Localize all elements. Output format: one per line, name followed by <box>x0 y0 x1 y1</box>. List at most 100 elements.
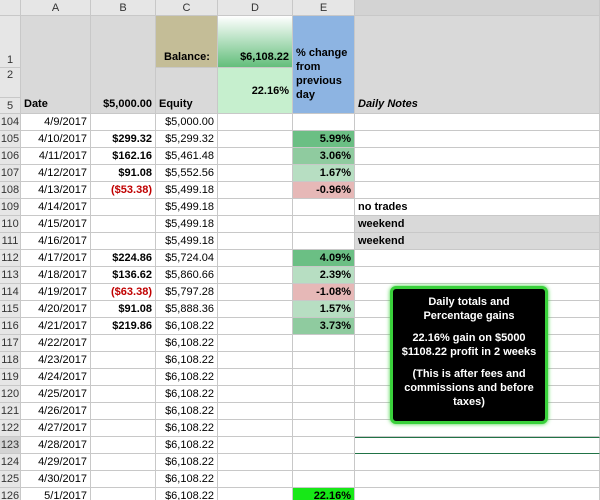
note-cell[interactable] <box>355 488 600 500</box>
pct-change-cell[interactable] <box>293 454 355 471</box>
profit-loss-cell[interactable] <box>91 216 156 233</box>
row-header[interactable]: 122 <box>0 420 21 437</box>
profit-loss-cell[interactable]: $224.86 <box>91 250 156 267</box>
row-header[interactable]: 125 <box>0 471 21 488</box>
date-cell[interactable]: 5/1/2017 <box>21 488 91 500</box>
date-cell[interactable]: 4/26/2017 <box>21 403 91 420</box>
profit-loss-cell[interactable] <box>91 454 156 471</box>
row-header[interactable]: 108 <box>0 182 21 199</box>
pct-change-cell[interactable] <box>293 199 355 216</box>
note-cell[interactable] <box>355 250 600 267</box>
row-header[interactable]: 104 <box>0 114 21 131</box>
row-header[interactable]: 126 <box>0 488 21 500</box>
note-cell[interactable]: weekend <box>355 216 600 233</box>
equity-cell[interactable]: $6,108.22 <box>156 488 218 500</box>
total-cell[interactable] <box>218 403 293 420</box>
equity-cell[interactable]: $5,888.36 <box>156 301 218 318</box>
equity-cell[interactable]: $5,860.66 <box>156 267 218 284</box>
date-cell[interactable]: 4/22/2017 <box>21 335 91 352</box>
equity-cell[interactable]: $5,299.32 <box>156 131 218 148</box>
date-cell[interactable]: 4/24/2017 <box>21 369 91 386</box>
total-cell[interactable] <box>218 437 293 454</box>
balance-label-cell[interactable]: Balance: <box>156 16 218 68</box>
note-cell[interactable] <box>355 471 600 488</box>
equity-cell[interactable]: $6,108.22 <box>156 335 218 352</box>
date-cell[interactable]: 4/29/2017 <box>21 454 91 471</box>
total-cell[interactable] <box>218 352 293 369</box>
profit-loss-cell[interactable]: $299.32 <box>91 131 156 148</box>
total-pct-cell[interactable]: 22.16% <box>218 68 293 114</box>
note-cell[interactable] <box>355 454 600 471</box>
pct-change-cell[interactable] <box>293 369 355 386</box>
pct-change-cell[interactable] <box>293 352 355 369</box>
date-cell[interactable]: 4/15/2017 <box>21 216 91 233</box>
row-header[interactable]: 123 <box>0 437 21 454</box>
profit-loss-cell[interactable] <box>91 403 156 420</box>
date-cell[interactable]: 4/20/2017 <box>21 301 91 318</box>
pct-change-cell[interactable]: 22.16% <box>293 488 355 500</box>
col-header-e[interactable]: E <box>293 0 355 16</box>
note-cell[interactable] <box>355 165 600 182</box>
pct-change-cell[interactable] <box>293 420 355 437</box>
row-header[interactable]: 113 <box>0 267 21 284</box>
equity-cell[interactable]: $6,108.22 <box>156 386 218 403</box>
profit-loss-cell[interactable]: $91.08 <box>91 165 156 182</box>
equity-cell[interactable]: $6,108.22 <box>156 437 218 454</box>
equity-cell[interactable]: $5,797.28 <box>156 284 218 301</box>
date-cell[interactable]: 4/25/2017 <box>21 386 91 403</box>
row-header[interactable]: 117 <box>0 335 21 352</box>
pct-change-cell[interactable] <box>293 403 355 420</box>
equity-cell[interactable]: $5,000.00 <box>156 114 218 131</box>
date-header-cell[interactable]: Date <box>21 16 91 114</box>
profit-loss-cell[interactable]: $162.16 <box>91 148 156 165</box>
pct-change-cell[interactable]: 4.09% <box>293 250 355 267</box>
pct-change-cell[interactable]: -0.96% <box>293 182 355 199</box>
equity-cell[interactable]: $6,108.22 <box>156 403 218 420</box>
total-cell[interactable] <box>218 386 293 403</box>
pct-change-cell[interactable] <box>293 114 355 131</box>
profit-loss-cell[interactable]: $136.62 <box>91 267 156 284</box>
date-cell[interactable]: 4/16/2017 <box>21 233 91 250</box>
date-cell[interactable]: 4/17/2017 <box>21 250 91 267</box>
total-cell[interactable] <box>218 471 293 488</box>
equity-cell[interactable]: $6,108.22 <box>156 318 218 335</box>
date-cell[interactable]: 4/10/2017 <box>21 131 91 148</box>
total-cell[interactable] <box>218 165 293 182</box>
date-cell[interactable]: 4/21/2017 <box>21 318 91 335</box>
row-header-5[interactable]: 5 <box>0 98 21 114</box>
date-cell[interactable]: 4/27/2017 <box>21 420 91 437</box>
equity-cell[interactable]: $5,499.18 <box>156 216 218 233</box>
row-header[interactable]: 105 <box>0 131 21 148</box>
total-cell[interactable] <box>218 369 293 386</box>
pct-change-cell[interactable] <box>293 471 355 488</box>
profit-loss-cell[interactable] <box>91 471 156 488</box>
balance-value-cell[interactable]: $6,108.22 <box>218 16 293 68</box>
profit-loss-cell[interactable] <box>91 199 156 216</box>
pct-change-cell[interactable] <box>293 233 355 250</box>
pct-change-cell[interactable] <box>293 335 355 352</box>
select-all-corner[interactable] <box>0 0 21 16</box>
note-cell[interactable] <box>355 131 600 148</box>
row-header[interactable]: 116 <box>0 318 21 335</box>
pct-change-cell[interactable]: 2.39% <box>293 267 355 284</box>
total-cell[interactable] <box>218 131 293 148</box>
equity-cell[interactable]: $6,108.22 <box>156 352 218 369</box>
row-header[interactable]: 114 <box>0 284 21 301</box>
total-cell[interactable] <box>218 182 293 199</box>
row-header-2[interactable]: 2 <box>0 68 21 98</box>
date-cell[interactable]: 4/18/2017 <box>21 267 91 284</box>
note-cell[interactable] <box>355 182 600 199</box>
profit-loss-cell[interactable]: $219.86 <box>91 318 156 335</box>
equity-cell[interactable]: $5,552.56 <box>156 165 218 182</box>
date-cell[interactable]: 4/11/2017 <box>21 148 91 165</box>
pct-change-cell[interactable]: 3.06% <box>293 148 355 165</box>
profit-loss-cell[interactable]: $91.08 <box>91 301 156 318</box>
equity-cell[interactable]: $6,108.22 <box>156 420 218 437</box>
total-cell[interactable] <box>218 420 293 437</box>
date-cell[interactable]: 4/14/2017 <box>21 199 91 216</box>
row-header[interactable]: 120 <box>0 386 21 403</box>
profit-loss-cell[interactable] <box>91 420 156 437</box>
pct-change-cell[interactable] <box>293 437 355 454</box>
col-header-d[interactable]: D <box>218 0 293 16</box>
col-header-c[interactable]: C <box>156 0 218 16</box>
